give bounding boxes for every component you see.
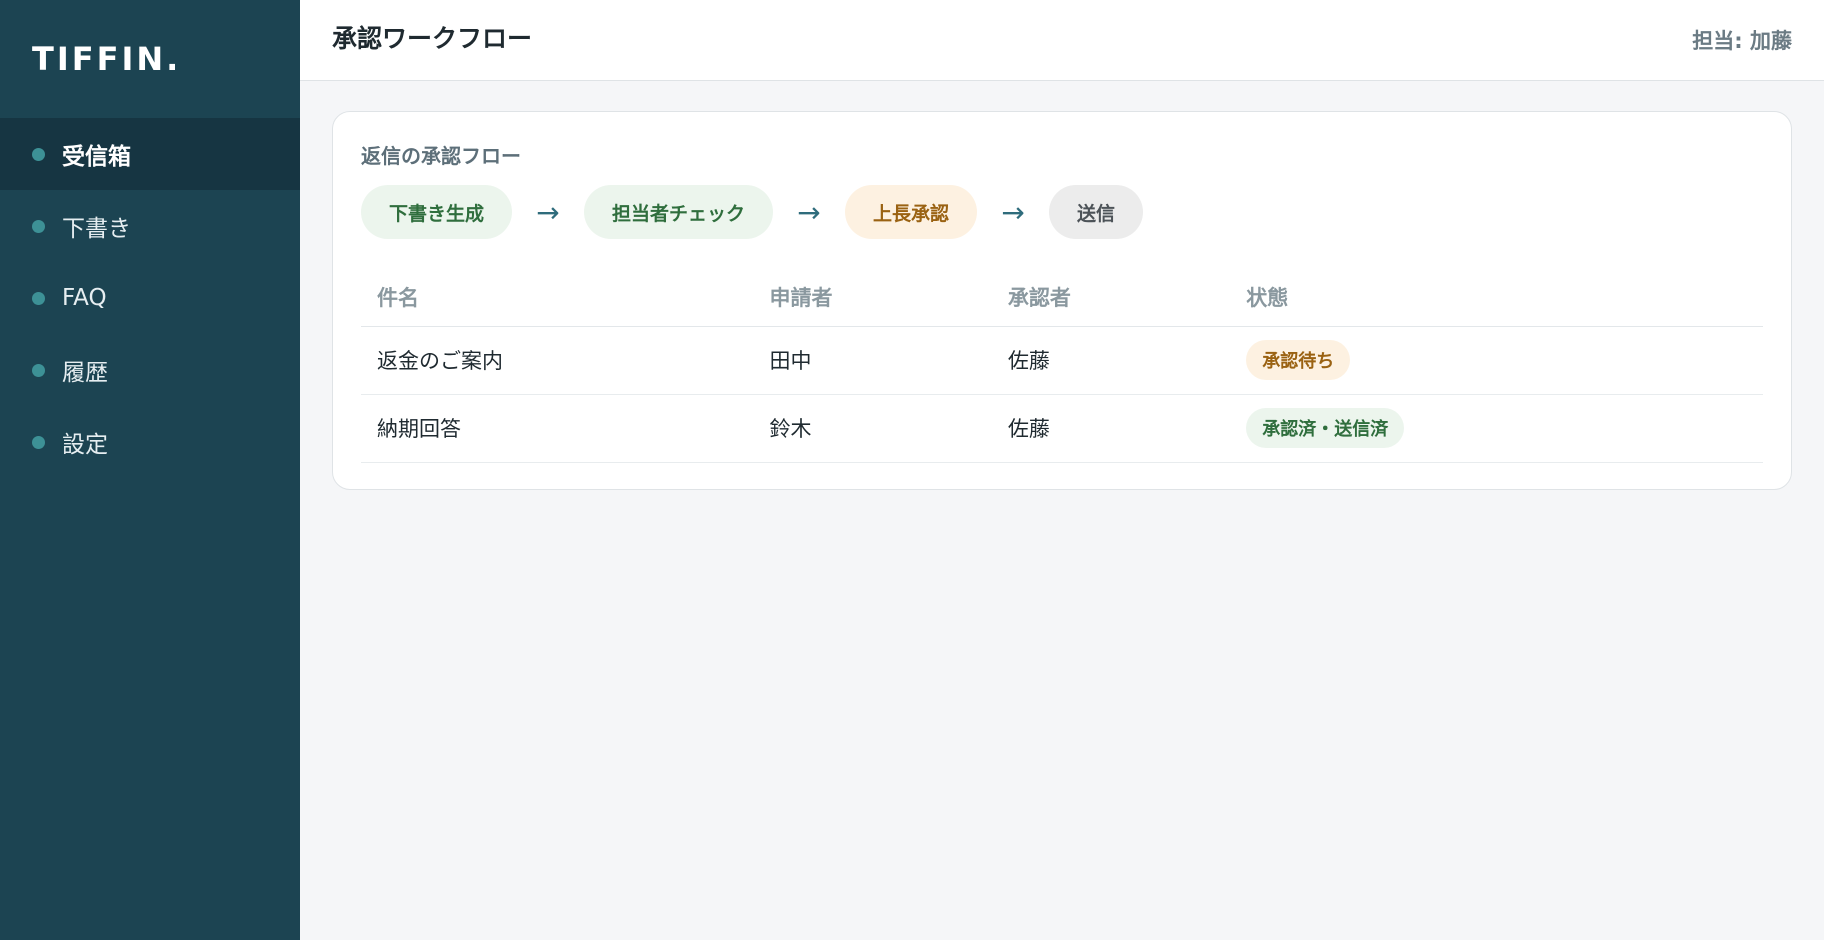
sidebar-nav: 受信箱 下書き FAQ 履歴 設定 bbox=[0, 118, 300, 478]
bullet-icon bbox=[32, 435, 45, 449]
step-manager-approval: 上長承認 bbox=[845, 185, 978, 239]
bullet-icon bbox=[32, 219, 45, 233]
cell-status: 承認待ち bbox=[1230, 326, 1763, 395]
arrow-right-icon: → bbox=[536, 195, 560, 229]
column-header-status: 状態 bbox=[1230, 269, 1763, 327]
status-badge: 承認待ち bbox=[1246, 340, 1351, 380]
step-send: 送信 bbox=[1049, 185, 1144, 239]
cell-approver: 佐藤 bbox=[991, 326, 1231, 395]
bullet-icon bbox=[32, 147, 45, 161]
sidebar-item-label: 設定 bbox=[62, 432, 108, 458]
page-header: 承認ワークフロー 担当: 加藤 bbox=[300, 0, 1824, 81]
approval-table: 件名 申請者 承認者 状態 返金のご案内 田中 佐藤 承認待ち 納期回答 鈴木 … bbox=[361, 269, 1763, 463]
bullet-icon bbox=[32, 291, 45, 305]
sidebar-item-label: 履歴 bbox=[62, 360, 108, 386]
bullet-icon bbox=[32, 363, 45, 377]
column-header-approver: 承認者 bbox=[991, 269, 1231, 327]
column-header-requester: 申請者 bbox=[753, 269, 992, 327]
table-header-row: 件名 申請者 承認者 状態 bbox=[361, 269, 1763, 327]
status-badge: 承認済・送信済 bbox=[1246, 408, 1405, 448]
sidebar-item-drafts[interactable]: 下書き bbox=[0, 190, 300, 262]
sidebar-item-inbox[interactable]: 受信箱 bbox=[0, 118, 300, 190]
sidebar-item-label: 受信箱 bbox=[62, 144, 131, 170]
sidebar-item-label: 下書き bbox=[62, 216, 131, 242]
sidebar: TIFFIN. 受信箱 下書き FAQ 履歴 設定 bbox=[0, 0, 300, 940]
card-title: 返信の承認フロー bbox=[361, 144, 521, 168]
sidebar-item-history[interactable]: 履歴 bbox=[0, 334, 300, 406]
table-row[interactable]: 返金のご案内 田中 佐藤 承認待ち bbox=[361, 326, 1763, 395]
arrow-right-icon: → bbox=[1001, 195, 1025, 229]
main-content: 承認ワークフロー 担当: 加藤 返信の承認フロー 下書き生成 → 担当者チェック… bbox=[300, 0, 1824, 940]
step-draft-generation: 下書き生成 bbox=[361, 185, 513, 239]
cell-subject: 納期回答 bbox=[361, 394, 754, 463]
workflow-steps: 下書き生成 → 担当者チェック → 上長承認 → 送信 bbox=[361, 185, 1763, 239]
step-assignee-check: 担当者チェック bbox=[584, 185, 774, 239]
sidebar-item-faq[interactable]: FAQ bbox=[0, 262, 300, 334]
sidebar-item-settings[interactable]: 設定 bbox=[0, 406, 300, 478]
assignee-label: 担当: 加藤 bbox=[1692, 29, 1792, 53]
cell-requester: 鈴木 bbox=[753, 394, 992, 463]
approval-flow-card: 返信の承認フロー 下書き生成 → 担当者チェック → 上長承認 → 送信 件名 … bbox=[332, 111, 1792, 490]
cell-approver: 佐藤 bbox=[991, 394, 1231, 463]
sidebar-item-label: FAQ bbox=[62, 285, 107, 311]
page-title: 承認ワークフロー bbox=[332, 24, 533, 53]
cell-subject: 返金のご案内 bbox=[361, 326, 754, 395]
arrow-right-icon: → bbox=[797, 195, 821, 229]
table-row[interactable]: 納期回答 鈴木 佐藤 承認済・送信済 bbox=[361, 394, 1763, 463]
column-header-subject: 件名 bbox=[361, 269, 754, 327]
cell-requester: 田中 bbox=[753, 326, 992, 395]
app-logo: TIFFIN. bbox=[32, 40, 182, 78]
cell-status: 承認済・送信済 bbox=[1230, 394, 1763, 463]
